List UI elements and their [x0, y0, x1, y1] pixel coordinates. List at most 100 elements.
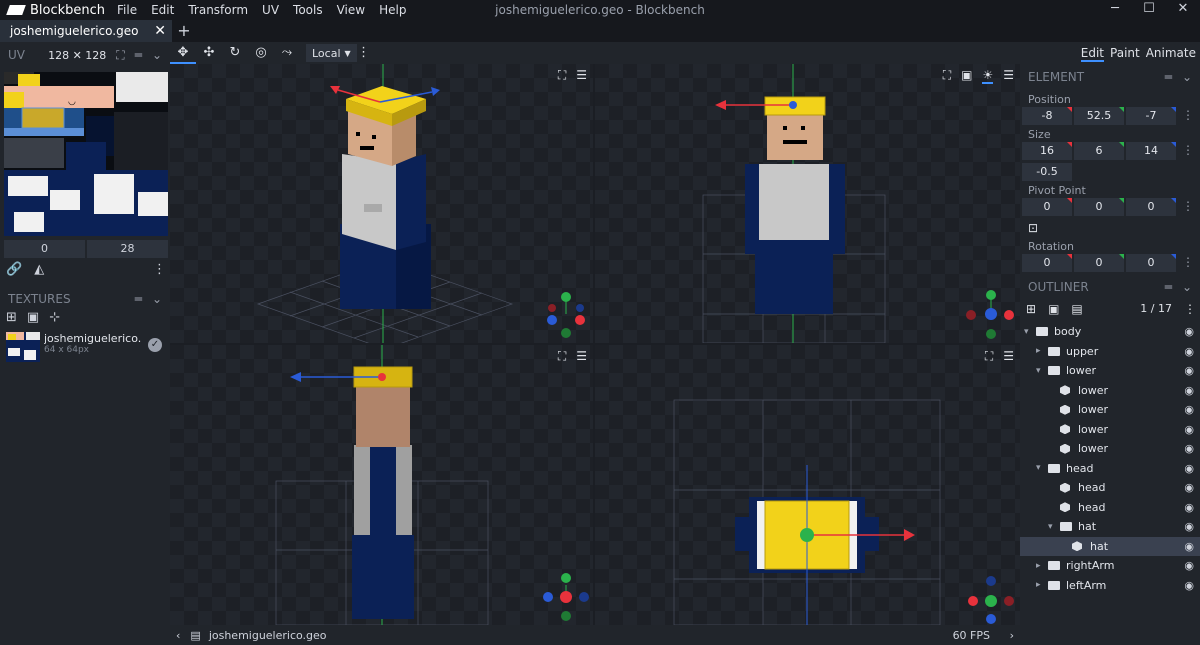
transform-space-select[interactable]: Local ▼ [306, 44, 357, 62]
visibility-eye-icon[interactable]: ◉ [1184, 559, 1194, 572]
rotation-x-input[interactable]: 0 [1022, 254, 1072, 272]
outliner-cube[interactable]: lower ◉ [1020, 381, 1200, 401]
rotate-tool-icon[interactable]: ↻ [222, 42, 248, 64]
rotation-z-input[interactable]: 0 [1126, 254, 1176, 272]
visibility-eye-icon[interactable]: ◉ [1184, 403, 1194, 416]
outliner-cube[interactable]: head ◉ [1020, 478, 1200, 498]
pivot-y-input[interactable]: 0 [1074, 198, 1124, 216]
panel-menu-icon[interactable]: ═ [1165, 280, 1172, 294]
mode-edit[interactable]: Edit [1080, 46, 1105, 62]
outliner-group[interactable]: ▾ body ◉ [1020, 322, 1200, 342]
visibility-eye-icon[interactable]: ◉ [1184, 384, 1194, 397]
mode-paint[interactable]: Paint [1110, 46, 1140, 62]
position-y-input[interactable]: 52.5 [1074, 107, 1124, 125]
import-texture-icon[interactable]: ▣ [27, 310, 39, 325]
viewport-top[interactable]: ⛶ ☰ [595, 345, 1020, 625]
mirror-icon[interactable]: ◭ [34, 262, 44, 277]
chevron-left-icon[interactable]: ‹ [176, 629, 180, 642]
outliner-cube[interactable]: lower ◉ [1020, 400, 1200, 420]
visibility-eye-icon[interactable]: ◉ [1184, 364, 1194, 377]
sort-icon[interactable]: ▤ [1071, 302, 1082, 316]
chevron-right-icon[interactable]: ▸ [1036, 561, 1048, 571]
viewport-perspective[interactable]: ⛶ ☰ [170, 64, 593, 343]
texture-item[interactable]: joshemiguelerico.png 64 x 64px ✓ [6, 332, 166, 364]
more-options-icon[interactable]: ⋮ [153, 262, 166, 277]
position-more-icon[interactable]: ⋮ [1182, 108, 1194, 122]
menu-file[interactable]: File [110, 3, 144, 17]
visibility-eye-icon[interactable]: ◉ [1184, 442, 1194, 455]
minimize-icon[interactable]: ─ [1098, 0, 1132, 20]
outliner-group[interactable]: ▾ hat ◉ [1020, 517, 1200, 537]
fullscreen-icon[interactable]: ⛶ [558, 349, 566, 364]
rotation-more-icon[interactable]: ⋮ [1182, 255, 1194, 269]
pivot-x-input[interactable]: 0 [1022, 198, 1072, 216]
viewport-menu-icon[interactable]: ☰ [576, 68, 587, 83]
outliner-cube[interactable]: lower ◉ [1020, 439, 1200, 459]
close-tab-icon[interactable]: ✕ [154, 23, 166, 39]
add-texture-icon[interactable]: ⊞ [6, 310, 17, 325]
create-texture-icon[interactable]: ⊹ [49, 310, 60, 325]
project-tab[interactable]: joshemiguelerico.geo ✕ [0, 20, 172, 42]
menu-help[interactable]: Help [372, 3, 413, 17]
rotation-y-input[interactable]: 0 [1074, 254, 1124, 272]
collapse-icon[interactable]: ⌄ [1182, 280, 1192, 294]
panel-menu-icon[interactable]: ═ [135, 292, 142, 306]
outliner-group[interactable]: ▾ lower ◉ [1020, 361, 1200, 381]
panel-menu-icon[interactable]: ═ [1165, 70, 1172, 84]
add-cube-icon[interactable]: ⊞ [1026, 302, 1036, 316]
size-x-input[interactable]: 16 [1022, 142, 1072, 160]
fullscreen-icon[interactable]: ⛶ [558, 68, 566, 83]
collapse-icon[interactable]: ⌄ [152, 48, 162, 62]
image-icon[interactable]: ▣ [961, 68, 972, 84]
position-x-input[interactable]: -8 [1022, 107, 1072, 125]
chevron-down-icon[interactable]: ▾ [1024, 327, 1036, 337]
visibility-eye-icon[interactable]: ◉ [1184, 540, 1194, 553]
viewport-menu-icon[interactable]: ☰ [1003, 68, 1014, 84]
visibility-eye-icon[interactable]: ◉ [1184, 481, 1194, 494]
chevron-right-icon[interactable]: ▸ [1036, 346, 1048, 356]
chevron-down-icon[interactable]: ▾ [1036, 463, 1048, 473]
menu-tools[interactable]: Tools [286, 3, 330, 17]
chevron-right-icon[interactable]: › [1010, 629, 1014, 642]
menu-transform[interactable]: Transform [181, 3, 255, 17]
position-z-input[interactable]: -7 [1126, 107, 1176, 125]
uv-texture-preview[interactable]: ◡ [4, 72, 168, 236]
close-window-icon[interactable]: ✕ [1166, 0, 1200, 20]
uv-x-input[interactable]: 0 [4, 240, 85, 258]
visibility-eye-icon[interactable]: ◉ [1184, 345, 1194, 358]
size-more-icon[interactable]: ⋮ [1182, 143, 1194, 157]
center-pivot-icon[interactable]: ⊡ [1028, 221, 1038, 235]
outliner-group[interactable]: ▸ leftArm ◉ [1020, 576, 1200, 596]
fullscreen-icon[interactable]: ⛶ [985, 349, 993, 364]
chevron-down-icon[interactable]: ▾ [1036, 366, 1048, 376]
size-z-input[interactable]: 14 [1126, 142, 1176, 160]
add-group-icon[interactable]: ▣ [1048, 302, 1059, 316]
resize-tool-icon[interactable]: ✣ [196, 42, 222, 64]
vertex-snap-icon[interactable]: ⤳ [274, 42, 300, 64]
menu-edit[interactable]: Edit [144, 3, 181, 17]
visibility-eye-icon[interactable]: ◉ [1184, 325, 1194, 338]
outliner-cube[interactable]: lower ◉ [1020, 420, 1200, 440]
outliner-cube[interactable]: head ◉ [1020, 498, 1200, 518]
outliner-group[interactable]: ▸ rightArm ◉ [1020, 556, 1200, 576]
fullscreen-icon[interactable]: ⛶ [116, 48, 124, 63]
visibility-eye-icon[interactable]: ◉ [1184, 423, 1194, 436]
pivot-tool-icon[interactable]: ◎ [248, 42, 274, 64]
collapse-icon[interactable]: ⌄ [1182, 70, 1192, 84]
outliner-group[interactable]: ▸ upper ◉ [1020, 342, 1200, 362]
chevron-down-icon[interactable]: ▾ [1048, 522, 1060, 532]
outliner-more-icon[interactable]: ⋮ [1184, 302, 1196, 316]
outliner-group[interactable]: ▾ head ◉ [1020, 459, 1200, 479]
mode-animate[interactable]: Animate [1146, 46, 1196, 62]
pivot-z-input[interactable]: 0 [1126, 198, 1176, 216]
move-tool-icon[interactable]: ✥ [170, 42, 196, 64]
panel-menu-icon[interactable]: ═ [135, 48, 142, 62]
visibility-eye-icon[interactable]: ◉ [1184, 501, 1194, 514]
menu-uv[interactable]: UV [255, 3, 286, 17]
inflate-input[interactable]: -0.5 [1022, 163, 1072, 181]
menu-view[interactable]: View [330, 3, 372, 17]
more-options-icon[interactable]: ⋮ [357, 42, 371, 64]
viewport-menu-icon[interactable]: ☰ [1003, 349, 1014, 364]
outliner-cube[interactable]: hat ◉ [1020, 536, 1200, 556]
visibility-eye-icon[interactable]: ◉ [1184, 462, 1194, 475]
